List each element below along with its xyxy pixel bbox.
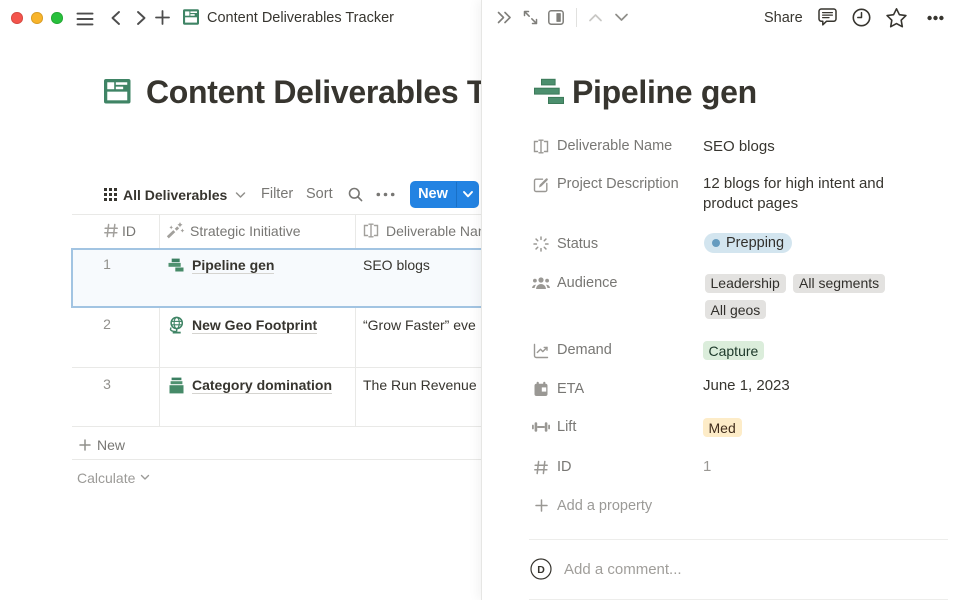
svg-text:D: D [537, 564, 545, 576]
